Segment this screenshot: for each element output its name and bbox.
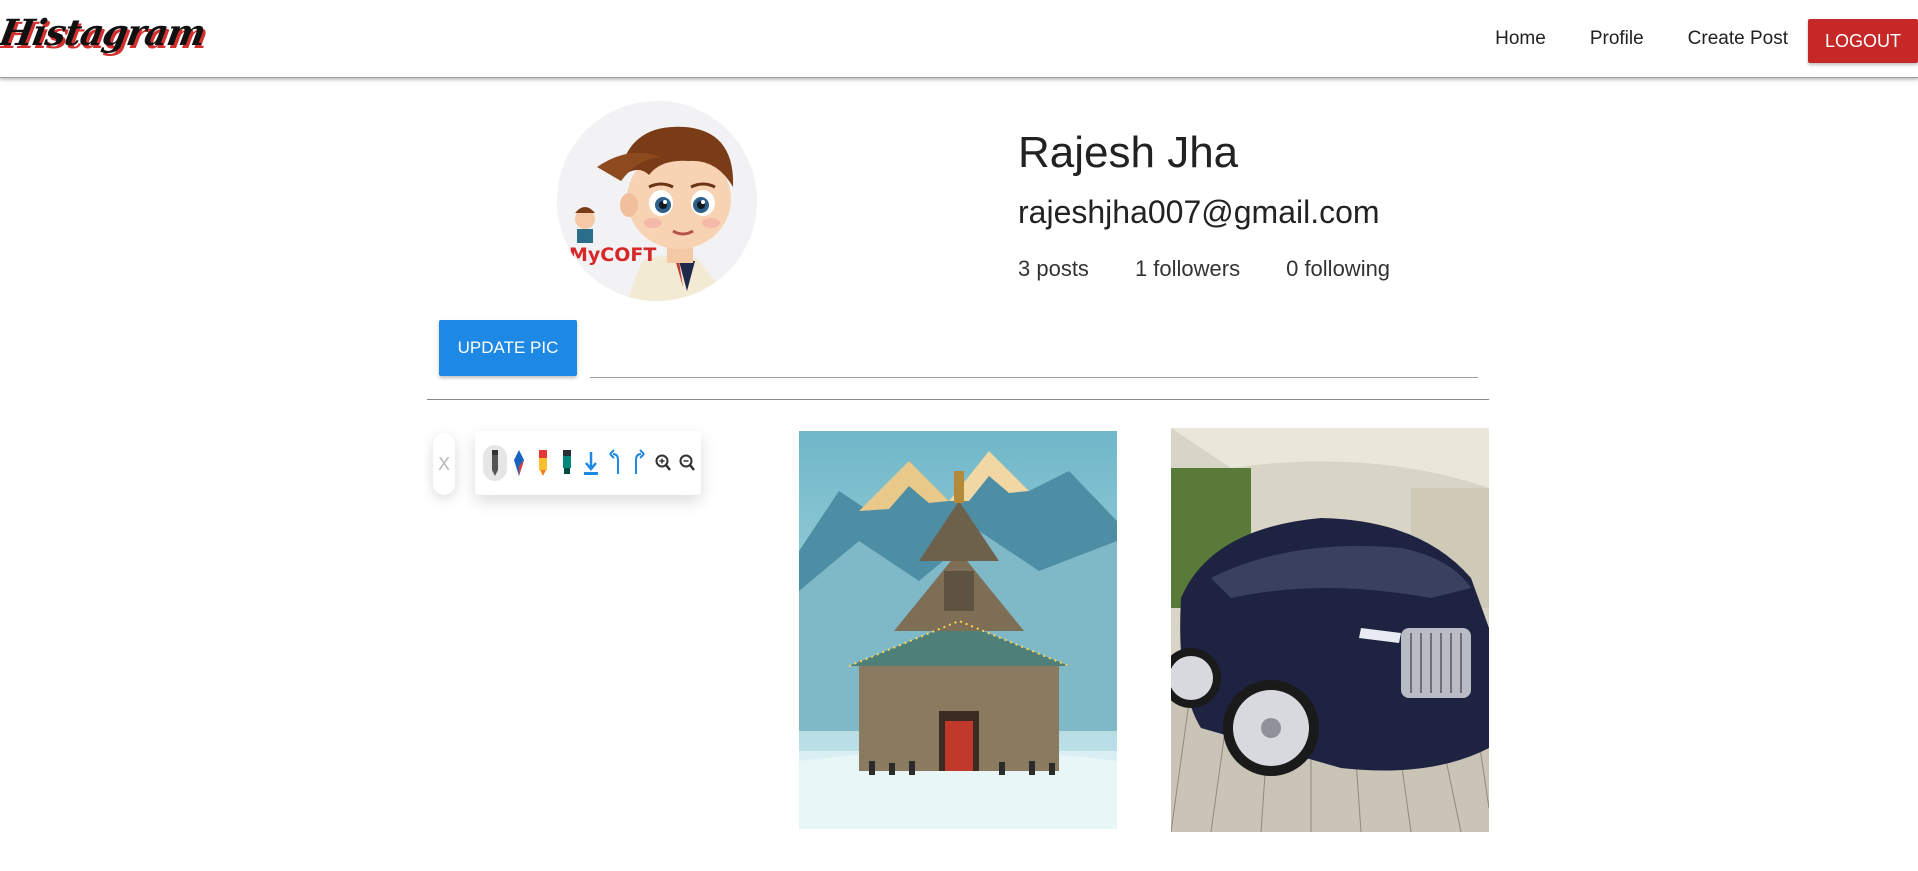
logout-button[interactable]: LOGOUT — [1808, 19, 1918, 63]
nav-link-home[interactable]: Home — [1495, 28, 1546, 50]
post-image-car[interactable] — [1171, 428, 1489, 832]
profile-stats: 3 posts 1 followers 0 following — [1018, 256, 1436, 282]
profile-avatar: MyCOFT — [557, 101, 757, 301]
posts-count: 3 posts — [1018, 256, 1089, 281]
nav-link-create-post[interactable]: Create Post — [1688, 28, 1788, 50]
section-divider — [427, 399, 1489, 400]
zoom-in-icon[interactable] — [651, 445, 675, 481]
undo-icon[interactable] — [603, 445, 627, 481]
toolbar-close-button[interactable]: X — [433, 433, 455, 495]
car-image — [1171, 428, 1489, 832]
file-path-input[interactable] — [590, 330, 1478, 378]
temple-image — [799, 431, 1117, 829]
zoom-out-icon[interactable] — [675, 445, 699, 481]
avatar-badge-text: MyCOFT — [569, 244, 656, 266]
navbar: Histagram Home Profile Create Post LOGOU… — [0, 0, 1918, 78]
update-pic-button[interactable]: UPDATE PIC — [439, 320, 577, 376]
eraser-icon[interactable] — [507, 445, 531, 481]
marker-icon[interactable] — [531, 445, 555, 481]
post-image-temple[interactable] — [799, 431, 1117, 829]
redo-icon[interactable] — [627, 445, 651, 481]
pen-icon[interactable] — [483, 445, 507, 481]
nav-link-profile[interactable]: Profile — [1590, 28, 1644, 50]
followers-count: 1 followers — [1134, 256, 1241, 281]
brand-logo[interactable]: Histagram — [0, 12, 208, 54]
following-count: 0 following — [1286, 256, 1391, 281]
nav-links: Home Profile Create Post LOGOUT — [1495, 0, 1918, 78]
profile-name: Rajesh Jha — [1018, 128, 1239, 177]
profile-email: rajeshjha007@gmail.com — [1018, 194, 1380, 230]
download-icon[interactable] — [579, 445, 603, 481]
avatar-cartoon-image: MyCOFT — [557, 101, 757, 301]
highlighter-icon[interactable] — [555, 445, 579, 481]
drawing-toolbar — [475, 431, 701, 495]
